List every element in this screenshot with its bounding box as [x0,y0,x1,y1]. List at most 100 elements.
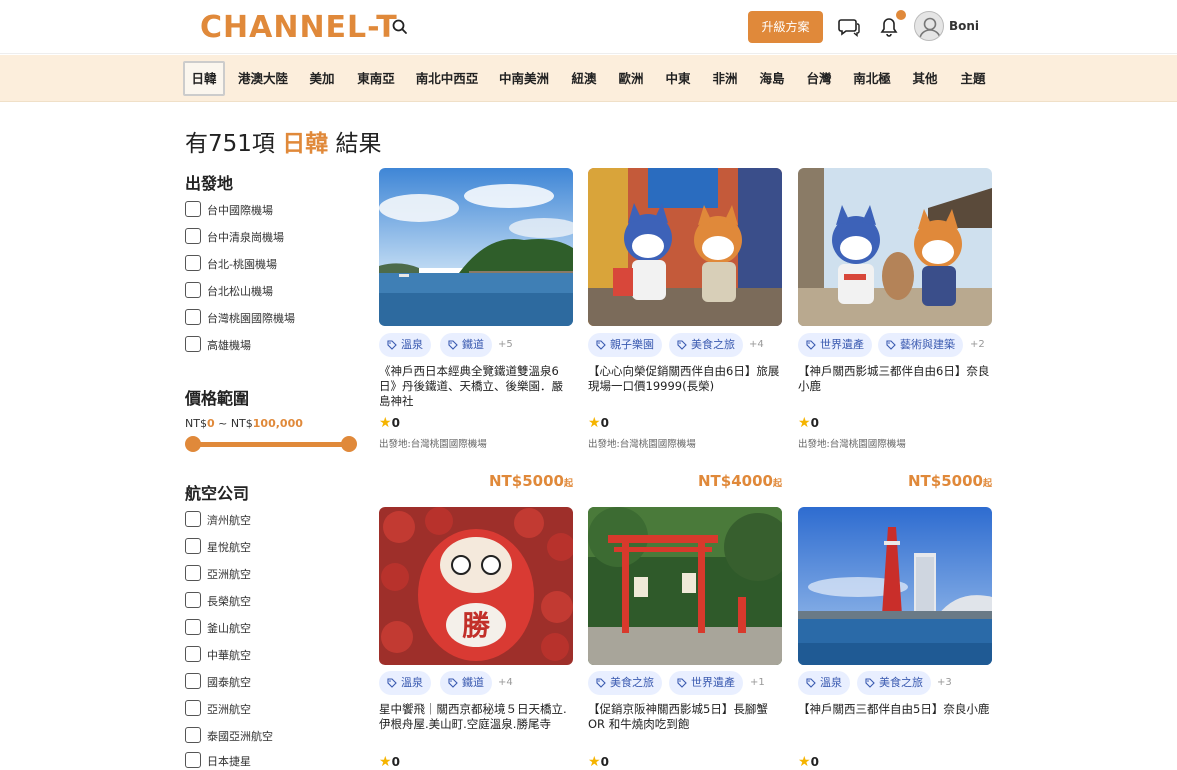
nav-item-japan-korea[interactable]: 日韓 [183,61,225,96]
tag-icon [677,678,687,688]
tour-card[interactable]: 世界遺產 藝術與建築 +2 【神戶關西影城三都伴自由6日】奈良小鹿 ★0 出發地… [798,168,992,498]
tour-title[interactable]: 【心心向榮促銷關西伴自由6日】旅展現場一口價19999(長榮) [588,364,782,394]
more-tags-count[interactable]: +3 [937,677,952,688]
checkbox-box[interactable] [185,619,201,635]
tour-photo-kobe-port[interactable] [798,507,992,665]
tag-icon [596,340,606,350]
upgrade-plan-button[interactable]: 升級方案 [748,11,823,43]
tag-chip[interactable]: 美食之旅 [588,671,662,695]
checkbox-box[interactable] [185,255,201,271]
nav-item-south-north-central-west-asia[interactable]: 南北中西亞 [410,61,484,96]
checkbox-box[interactable] [185,565,201,581]
nav-item-africa[interactable]: 非洲 [706,61,744,96]
tag-chip[interactable]: 美食之旅 [669,333,743,357]
tag-label: 親子樂園 [610,338,654,351]
tour-card[interactable]: 美食之旅 世界遺產 +1 【促銷京阪神關西影城5日】長腳蟹OR 和牛燒肉吃到飽 … [588,507,782,770]
checkbox-box[interactable] [185,309,201,325]
avatar[interactable] [914,11,944,41]
result-count-heading: 有751項 日韓 結果 [185,124,382,158]
more-tags-count[interactable]: +1 [750,677,765,688]
checkbox-box[interactable] [185,538,201,554]
checkbox-box[interactable] [185,201,201,217]
nav-item-middle-east[interactable]: 中東 [659,61,697,96]
checkbox-box[interactable] [185,673,201,689]
tag-chip[interactable]: 溫泉 [798,671,850,695]
rating: ★0 [588,754,609,770]
more-tags-count[interactable]: +2 [970,339,985,350]
result-region: 日韓 [282,131,329,157]
checkbox-label: 日本捷星 [207,755,251,768]
checkbox-box[interactable] [185,700,201,716]
nav-item-taiwan[interactable]: 台灣 [800,61,838,96]
price-filter-heading: 價格範圍 [185,389,250,408]
tour-photo-mascots-osaka[interactable] [588,168,782,326]
tour-price: NT$4000起 [698,472,782,490]
nav-item-usa-canada[interactable]: 美加 [302,61,342,96]
tour-card[interactable]: 溫泉 鐵道 +5 《神戶西日本經典全覽鐵道雙溫泉6日》丹後鐵道、天橋立、後樂園．… [379,168,573,498]
tour-title[interactable]: 【神戶關西影城三都伴自由6日】奈良小鹿 [798,364,992,394]
nav-item-polar[interactable]: 南北極 [848,61,896,96]
nav-item-central-south-america[interactable]: 中南美洲 [494,61,554,96]
tour-title[interactable]: 【促銷京阪神關西影城5日】長腳蟹OR 和牛燒肉吃到飽 [588,702,782,732]
tour-title[interactable]: 【神戶關西三都伴自由5日】奈良小鹿 [798,702,992,717]
checkbox-box[interactable] [185,511,201,527]
checkbox-box[interactable] [185,282,201,298]
checkbox-box[interactable] [185,646,201,662]
checkbox-box[interactable] [185,592,201,608]
checkbox-box[interactable] [185,228,201,244]
nav-item-islands[interactable]: 海島 [753,61,791,96]
tour-photo-coast[interactable] [379,168,573,326]
tag-label: 世界遺產 [820,338,864,351]
tag-chip[interactable]: 世界遺產 [669,671,743,695]
tag-chip[interactable]: 美食之旅 [857,671,931,695]
tag-icon [596,678,606,688]
checkbox-label: 高雄機場 [207,339,251,352]
tour-title[interactable]: 《神戶西日本經典全覽鐵道雙溫泉6日》丹後鐵道、天橋立、後樂園．嚴島神社 [379,364,573,409]
tour-photo-shrine[interactable] [588,507,782,665]
tour-card[interactable]: 勝 溫泉 鐵道 +4 星中饗飛｜關西京都秘境５日天橋立.伊根舟屋.美山町.空庭溫… [379,507,573,770]
nav-item-southeast-asia[interactable]: 東南亞 [352,61,400,96]
tour-photo-mascots-nara[interactable] [798,168,992,326]
username[interactable]: Boni [949,19,979,33]
tag-chip[interactable]: 溫泉 [379,333,431,357]
nav-item-themes[interactable]: 主題 [954,61,992,96]
checkbox-box[interactable] [185,336,201,352]
checkbox-label: 亞洲航空 [207,703,251,716]
checkbox-label: 亞洲航空 [207,568,251,581]
rating-value: 0 [810,416,819,430]
nav-item-others[interactable]: 其他 [906,61,944,96]
tour-title[interactable]: 星中饗飛｜關西京都秘境５日天橋立.伊根舟屋.美山町.空庭溫泉.勝尾寺 [379,702,573,732]
checkbox-box[interactable] [185,727,201,743]
tour-card[interactable]: 溫泉 美食之旅 +3 【神戶關西三都伴自由5日】奈良小鹿 ★0 [798,507,992,770]
star-icon: ★ [588,754,601,770]
tour-photo-daruma[interactable]: 勝 [379,507,573,665]
tag-chip[interactable]: 世界遺產 [798,333,872,357]
tag-chip[interactable]: 鐵道 [440,333,492,357]
tag-chip[interactable]: 鐵道 [440,671,492,695]
rating: ★0 [798,415,819,431]
nav-item-europe[interactable]: 歐洲 [612,61,650,96]
search-icon[interactable] [390,17,410,37]
region-nav: 日韓 港澳大陸 美加 東南亞 南北中西亞 中南美洲 紐澳 歐洲 中東 非洲 海島… [0,55,1177,102]
tag-chip[interactable]: 親子樂園 [588,333,662,357]
tag-label: 溫泉 [401,338,423,351]
more-tags-count[interactable]: +5 [498,339,513,350]
star-icon: ★ [798,754,811,770]
channel-t-logo[interactable]: CHANNEL-T [200,10,398,45]
nav-item-hk-macau-china[interactable]: 港澳大陸 [234,61,292,96]
tag-label: 鐵道 [462,338,484,351]
tour-card[interactable]: 親子樂園 美食之旅 +4 【心心向榮促銷關西伴自由6日】旅展現場一口價19999… [588,168,782,498]
bell-icon[interactable] [878,16,900,38]
tag-chip[interactable]: 藝術與建築 [878,333,963,357]
nav-item-aus-nz[interactable]: 紐澳 [564,61,604,96]
result-suffix: 結果 [335,131,382,157]
more-tags-count[interactable]: +4 [749,339,764,350]
price-slider-track[interactable] [193,442,349,447]
tag-chip[interactable]: 溫泉 [379,671,431,695]
price-slider-min-handle[interactable] [185,436,201,452]
more-tags-count[interactable]: +4 [498,677,513,688]
price-value: NT$5000 [489,472,564,490]
checkbox-box[interactable] [185,752,201,768]
chat-icon[interactable] [838,16,860,38]
price-slider-max-handle[interactable] [341,436,357,452]
